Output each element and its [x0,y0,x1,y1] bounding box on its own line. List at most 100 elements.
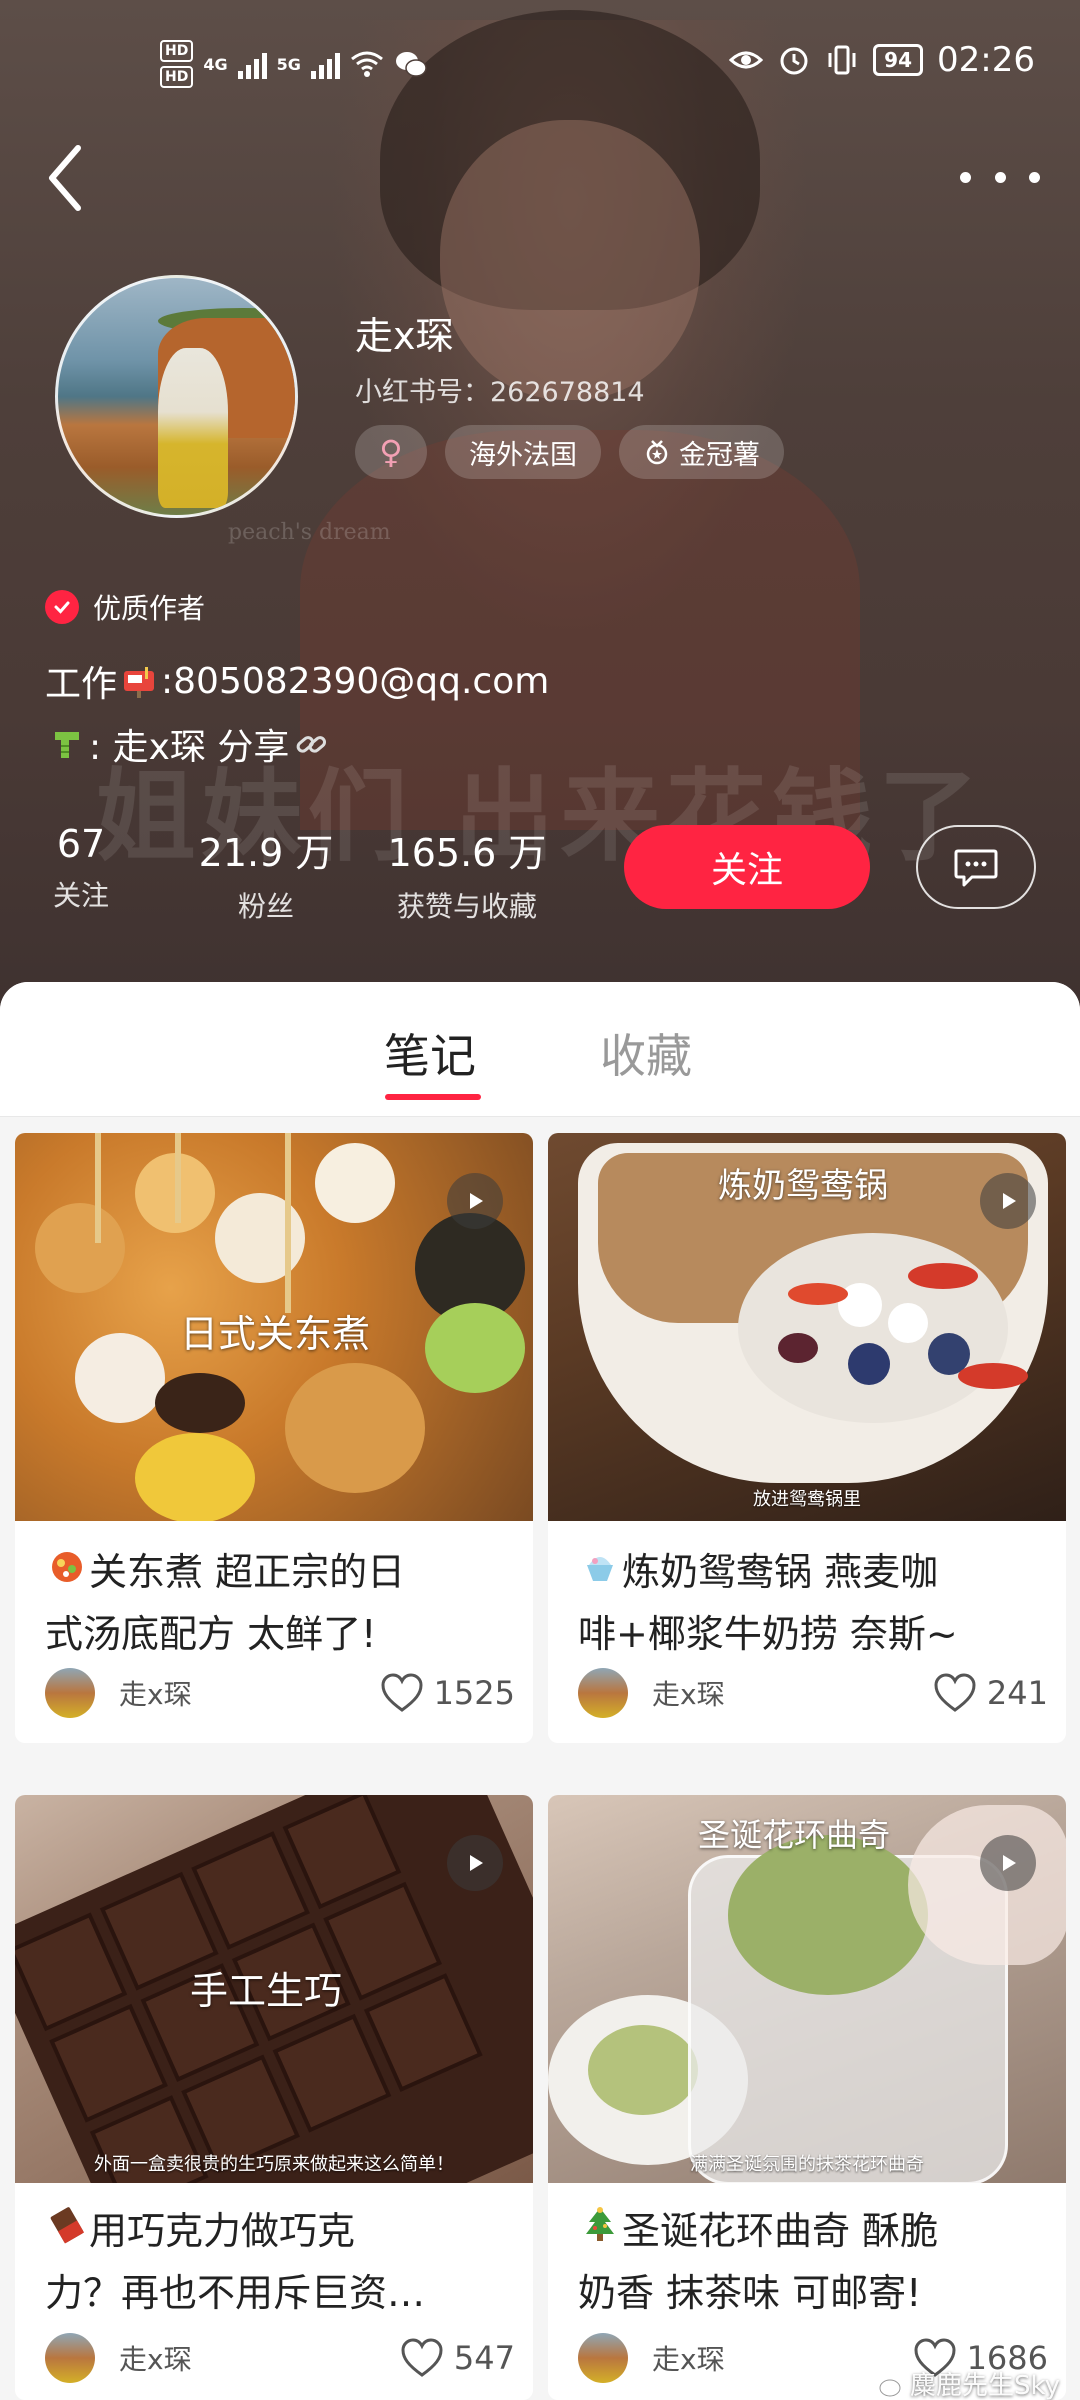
more-options-button[interactable] [960,155,1040,199]
avatar[interactable] [55,275,298,518]
author-avatar[interactable] [578,2333,628,2383]
network-type-1: 4G [203,54,228,74]
wechat-watermark: 麋鹿先生Sky [866,2365,1060,2400]
note-cover-image: 日式关东煮 [15,1133,533,1521]
battery-indicator: 94 [873,44,924,76]
author-name[interactable]: 走x琛 [119,2338,400,2378]
note-title-line2: 奶香 抹茶味 可邮寄! [578,2271,922,2315]
bio-work-label: 工作 [45,664,118,705]
stat-label: 粉丝 [237,890,294,923]
like-count: 547 [453,2339,515,2377]
status-bar: HD HD 4G 5G 94 02:26 [0,40,1080,100]
hd-badge-2: HD [160,66,194,88]
note-cover-image: 炼奶鸳鸯锅 放进鸳鸯锅里 [548,1133,1066,1521]
hot-pot-emoji-icon [47,1546,87,1586]
note-card[interactable]: 手工生巧 外面一盒卖很贵的生巧原来做起来这么简单！ 用巧克力做巧克 力？再也不用… [15,1795,533,2400]
note-title-line1: 炼奶鸳鸯锅 燕麦咖 [622,1550,939,1594]
hd-badge-1: HD [160,40,194,62]
verified-check-icon [45,590,79,624]
note-image-caption: 圣诞花环曲奇 [698,1816,891,1854]
note-card[interactable]: 日式关东煮 关东煮 超正宗的日 式汤底配方 太鲜了! 走x琛 1525 [15,1133,533,1743]
note-title: 用巧克力做巧克 力？再也不用斥巨资… [45,2200,515,2324]
active-tab-indicator [385,1094,481,1100]
like-button[interactable]: 241 [933,1673,1048,1713]
note-image-subcaption: 放进鸳鸯锅里 [753,1489,861,1510]
bio-line-1: 工作 :805082390@qq.com [45,655,549,707]
status-left: HD HD 4G 5G [160,40,428,88]
author-name[interactable]: 走x琛 [652,1673,933,1713]
author-avatar[interactable] [45,2333,95,2383]
play-video-icon [980,1835,1036,1891]
author-avatar[interactable] [45,1668,95,1718]
profile-header: peach's dream 姐妹们 出来花钱了 HD HD 4G 5G 94 0… [0,0,1080,1010]
content-tabs: 笔记 收藏 [0,982,1080,1117]
message-button[interactable] [916,825,1036,909]
back-arrow-icon[interactable] [40,140,96,216]
stat-likes-collects[interactable]: 165.6 万 获赞与收藏 [385,822,549,925]
network-type-2: 5G [276,54,301,74]
follow-button[interactable]: 关注 [624,825,870,909]
note-image-subcaption: 外面一盒卖很贵的生巧原来做起来这么简单！ [94,2154,454,2175]
chocolate-emoji-icon [47,2205,87,2245]
note-cover-image: 手工生巧 外面一盒卖很贵的生巧原来做起来这么简单！ [15,1795,533,2183]
note-card[interactable]: 圣诞花环曲奇 满满圣诞氛围的抹茶花环曲奇 圣诞花环曲奇 酥脆 奶香 抹茶味 可邮… [548,1795,1066,2400]
play-video-icon [980,1173,1036,1229]
like-button[interactable]: 547 [400,2338,515,2378]
bio-line-2: : 走x琛 分享 [45,718,333,770]
vibrate-icon [828,45,856,75]
note-title: 圣诞花环曲奇 酥脆 奶香 抹茶味 可邮寄! [578,2200,1048,2324]
stat-label: 获赞与收藏 [396,890,537,923]
stat-label: 关注 [52,879,109,912]
heart-icon [401,2338,443,2377]
note-title-line1: 用巧克力做巧克 [89,2209,356,2253]
note-footer: 走x琛 1525 [45,1668,515,1718]
note-title-line2: 式汤底配方 太鲜了! [45,1612,377,1656]
tab-notes[interactable]: 笔记 [384,1020,476,1086]
author-name[interactable]: 走x琛 [119,1673,380,1713]
note-title: 关东煮 超正宗的日 式汤底配方 太鲜了! [45,1541,515,1665]
note-image-caption: 炼奶鸳鸯锅 [718,1166,888,1206]
note-footer: 走x琛 547 [45,2333,515,2383]
location-tag: 海外法国 [445,425,601,479]
level-tag-label: 金冠薯 [679,439,760,471]
note-cover-image: 圣诞花环曲奇 满满圣诞氛围的抹茶花环曲奇 [548,1795,1066,2183]
bio-share-text: : 走x琛 分享 [89,727,290,768]
note-footer: 走x琛 241 [578,1668,1048,1718]
bio-email[interactable]: :805082390@qq.com [161,661,549,702]
note-title-line1: 关东煮 超正宗的日 [89,1550,406,1594]
eye-icon [729,51,764,69]
note-title: 炼奶鸳鸯锅 燕麦咖 啡+椰浆牛奶捞 奈斯~ [578,1541,1048,1665]
note-image-caption: 手工生巧 [190,1969,343,2013]
note-image-subcaption: 满满圣诞氛围的抹茶花环曲奇 [690,2154,924,2175]
quality-author-badge[interactable]: 优质作者 [45,587,205,627]
level-tag[interactable]: 金冠薯 [619,425,784,479]
stat-followers[interactable]: 21.9 万 粉丝 [197,822,335,925]
profile-stats: 67 关注 21.9 万 粉丝 165.6 万 获赞与收藏 [45,822,549,925]
xiaohongshu-id: 小红书号：262678814 [355,377,645,408]
link-icon [291,724,331,764]
like-button[interactable]: 1525 [380,1673,515,1713]
clock: 02:26 [937,40,1035,80]
play-video-icon [447,1835,503,1891]
medal-icon [646,440,668,465]
author-avatar[interactable] [578,1668,628,1718]
female-icon: ♀ [379,433,403,471]
nickname: 走x琛 [355,314,454,358]
signal-icon [237,49,267,79]
stat-following[interactable]: 67 关注 [45,822,117,925]
background-face [440,120,700,400]
note-title-line2: 力？再也不用斥巨资… [45,2271,426,2315]
signal-icon [310,49,340,79]
shaved-ice-emoji-icon [580,1546,620,1586]
location-tag-label: 海外法国 [469,439,577,471]
christmas-tree-emoji-icon [580,2205,620,2245]
gender-tag: ♀ [355,425,427,479]
note-title-line2: 啡+椰浆牛奶捞 奈斯~ [578,1612,958,1656]
wifi-icon [350,51,383,77]
like-count: 241 [986,1674,1048,1712]
hd-indicators: HD HD [160,40,194,88]
note-card[interactable]: 炼奶鸳鸯锅 放进鸳鸯锅里 炼奶鸳鸯锅 燕麦咖 啡+椰浆牛奶捞 奈斯~ 走x琛 2… [548,1133,1066,1743]
note-image-caption: 日式关东煮 [180,1312,371,1356]
play-video-icon [447,1173,503,1229]
tab-collections[interactable]: 收藏 [600,1020,692,1086]
